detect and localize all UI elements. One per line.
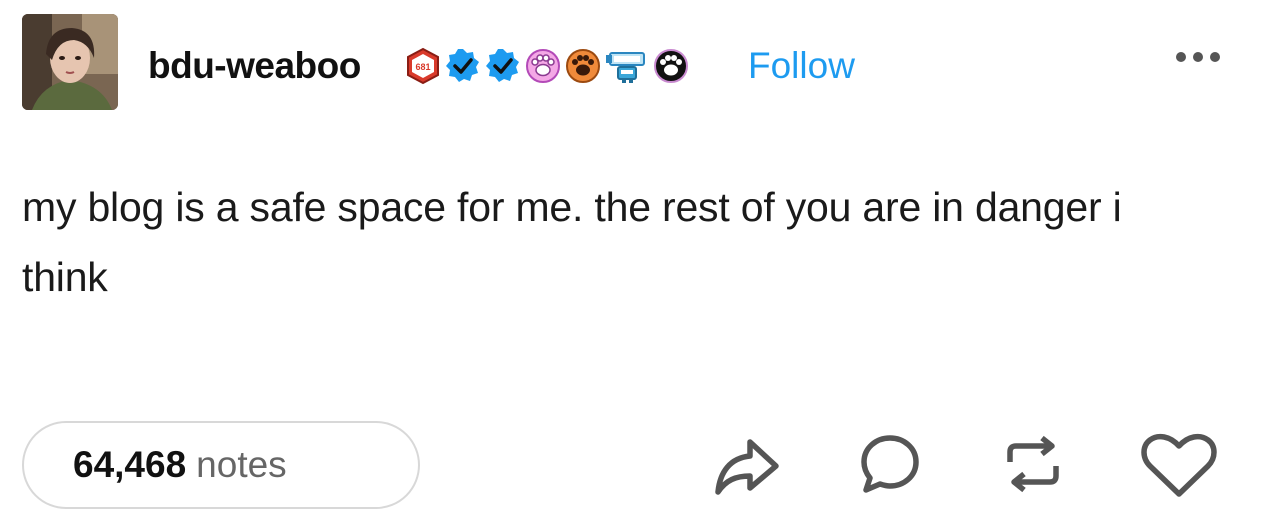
verified-check-icon[interactable] [484,47,522,85]
ellipsis-icon [1210,52,1220,62]
badge-row: 681 [404,44,690,88]
robot-badge-icon[interactable] [604,47,650,85]
paw-badge-icon[interactable] [652,47,690,85]
post-actions [0,432,1272,502]
more-options-button[interactable] [1176,52,1220,62]
paw-badge-icon[interactable] [564,47,602,85]
post-body: my blog is a safe space for me. the rest… [22,184,1122,300]
paw-badge-icon[interactable] [524,47,562,85]
reblog-icon[interactable] [1000,432,1066,500]
avatar[interactable] [22,14,118,110]
avatar-image [22,14,118,110]
reply-icon[interactable] [858,432,922,500]
hexagon-badge-icon[interactable]: 681 [404,47,442,85]
hexagon-badge-text: 681 [415,62,430,72]
verified-check-icon[interactable] [444,47,482,85]
username[interactable]: bdu-weaboo [148,44,361,88]
follow-button[interactable]: Follow [748,44,855,88]
ellipsis-icon [1176,52,1186,62]
like-icon[interactable] [1138,432,1220,500]
share-icon[interactable] [710,432,782,500]
ellipsis-icon [1193,52,1203,62]
